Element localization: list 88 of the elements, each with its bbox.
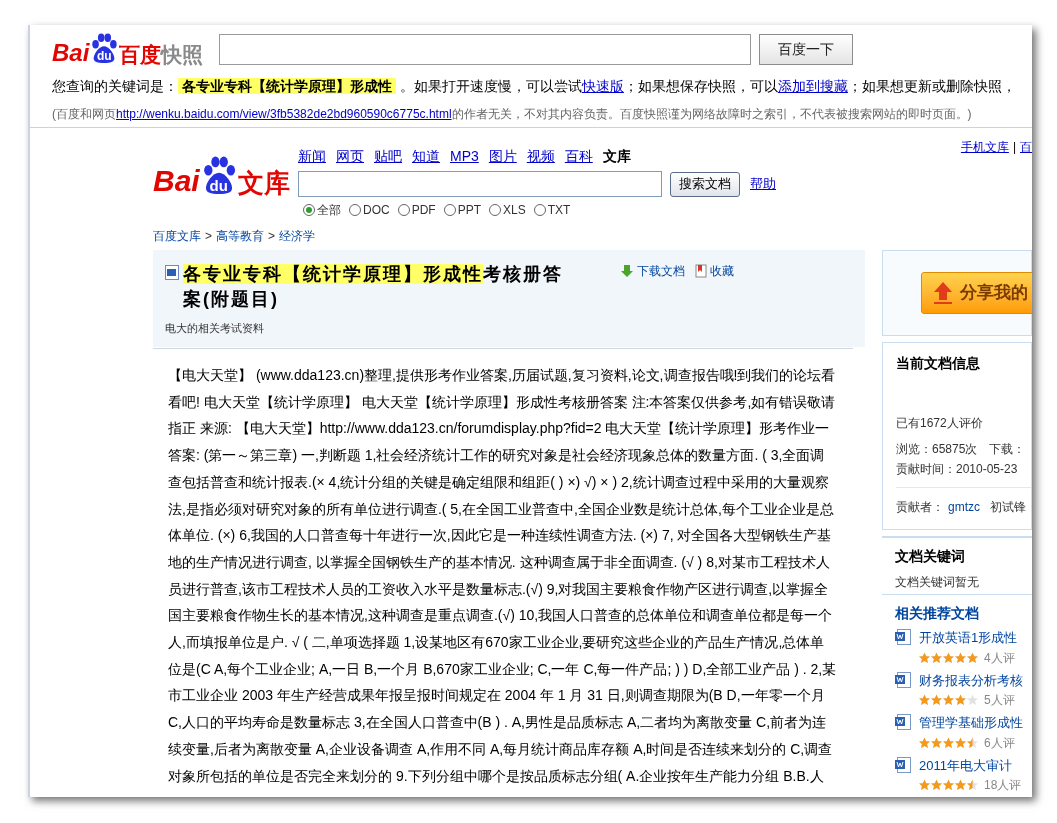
nav-tab[interactable]: 文库: [602, 146, 631, 167]
view-count: 浏览：65875次: [896, 441, 978, 458]
panel-heading: 当前文档信息: [896, 354, 981, 373]
link[interactable]: 百: [1020, 140, 1032, 154]
document-title: 各专业专科【统计学原理】形成性考核册答案(附题目): [183, 263, 564, 311]
star-icon: [967, 651, 978, 664]
star-icon: [967, 694, 978, 706]
file-type-radio[interactable]: PDF: [397, 201, 436, 219]
file-type-radio[interactable]: DOC: [349, 201, 390, 219]
link[interactable]: 添加到搜藏: [777, 78, 848, 94]
file-type-radio[interactable]: TXT: [533, 201, 571, 219]
nav-tab[interactable]: 视频: [526, 146, 555, 167]
logo-text: 快照: [161, 44, 204, 65]
star-icon: [919, 736, 930, 749]
contributor-label: 贡献者：: [896, 499, 944, 516]
logo-text: 文库: [237, 170, 290, 196]
upload-date: 贡献时间：2010-05-23: [896, 460, 1031, 488]
review-count: 6人评: [984, 734, 1015, 752]
star-icon: [967, 779, 978, 791]
nav-tab[interactable]: MP3: [450, 146, 479, 167]
action-link[interactable]: 下载文档: [620, 262, 685, 280]
contributor-link[interactable]: gmtzc: [948, 498, 980, 516]
upload-arrow-icon: [932, 281, 954, 305]
document-subtitle: 电大的相关考试资料: [165, 321, 265, 336]
panel-heading: 文档关键词: [895, 547, 966, 566]
help-link[interactable]: 帮助: [750, 174, 776, 194]
file-type-radio[interactable]: 全部: [303, 201, 341, 219]
link[interactable]: 高等教育: [216, 229, 264, 243]
share-button[interactable]: 分享我的: [921, 272, 1032, 314]
star-icon: [919, 779, 930, 791]
nav-tab[interactable]: 百科: [564, 146, 593, 167]
file-type-radio[interactable]: XLS: [489, 201, 526, 219]
logo-text: Bai: [153, 166, 200, 196]
contributor-level: 初试锋: [990, 499, 1026, 516]
bookmark-icon: [695, 264, 707, 278]
top-links: 手机文库 | 百: [960, 139, 1032, 156]
related-document-link[interactable]: 开放英语1形成性: [919, 628, 1018, 648]
star-icon: [931, 694, 942, 706]
search-button[interactable]: 百度一下: [759, 33, 854, 65]
star-icon: [931, 651, 942, 664]
star-icon: [943, 694, 954, 706]
review-count: 4人评: [984, 649, 1015, 667]
related-document-link[interactable]: 2011年电大审计: [919, 755, 1022, 775]
star-icon: [955, 694, 966, 706]
star-icon: [931, 736, 942, 749]
star-icon: [943, 651, 954, 664]
star-icon: [955, 651, 966, 664]
nav-tab[interactable]: 知道: [412, 146, 440, 167]
word-document-icon: [895, 756, 911, 773]
disclaimer-text: (百度和网页http://wenku.baidu.com/view/3fb5382de2bd960590c6775c.html的作者无关，不对其内容负责。百度快照谨为网络故障时之索引，不代表被搜索网站的即时页面。): [52, 106, 973, 123]
link[interactable]: 经济学: [279, 229, 316, 243]
nav-tab[interactable]: 图片: [488, 146, 517, 167]
rating-count: 已有1672人评价: [896, 415, 984, 432]
review-count: 5人评: [984, 692, 1015, 709]
action-link[interactable]: 收藏: [695, 262, 734, 280]
star-icon: [955, 736, 966, 749]
star-icon: [919, 651, 930, 664]
link[interactable]: 快速版: [581, 78, 624, 94]
link[interactable]: 手机文库: [960, 140, 1009, 154]
star-icon: [943, 779, 954, 791]
search-field[interactable]: [298, 171, 662, 197]
star-icon: [931, 779, 942, 791]
search-button[interactable]: 搜索文档: [670, 171, 740, 197]
star-icon: [955, 779, 966, 791]
word-document-icon: [895, 714, 911, 730]
word-document-icon: [895, 629, 911, 645]
download-count: 下载：: [989, 441, 1026, 458]
review-count: 18人评: [984, 777, 1022, 794]
star-icon: [919, 694, 930, 706]
panel-heading: 相关推荐文档: [895, 604, 980, 623]
word-document-icon: [895, 671, 911, 688]
keyword-notice: 您查询的关键词是： 各专业专科【统计学原理】形成性 。如果打开速度慢，可以尝试快速版；如果想保存快照，可以添加到搜藏；如果想更新或删除快照，: [52, 77, 1017, 96]
nav-tab[interactable]: 网页: [336, 146, 364, 167]
related-document-link[interactable]: 管理学基础形成性: [919, 713, 1023, 733]
search-field[interactable]: [219, 33, 752, 65]
star-icon: [943, 736, 954, 749]
file-type-radio[interactable]: PPT: [443, 201, 481, 219]
keywords-empty-text: 文档关键词暂无: [895, 574, 980, 591]
related-document-link[interactable]: 财务报表分析考核: [919, 670, 1023, 690]
logo-text: 百度: [119, 44, 162, 65]
nav-tab[interactable]: 新闻: [298, 146, 326, 167]
logo-text: Bai: [52, 41, 90, 65]
nav-tab[interactable]: 贴吧: [374, 146, 402, 167]
breadcrumb: 百度文库 > 高等教育 > 经济学: [153, 228, 317, 245]
link[interactable]: 百度文库: [153, 229, 201, 243]
download-arrow-icon: [620, 264, 634, 278]
document-icon: [165, 265, 179, 280]
link[interactable]: http://wenku.baidu.com/view/3fb5382de2bd960590c6775c.html: [116, 107, 452, 121]
